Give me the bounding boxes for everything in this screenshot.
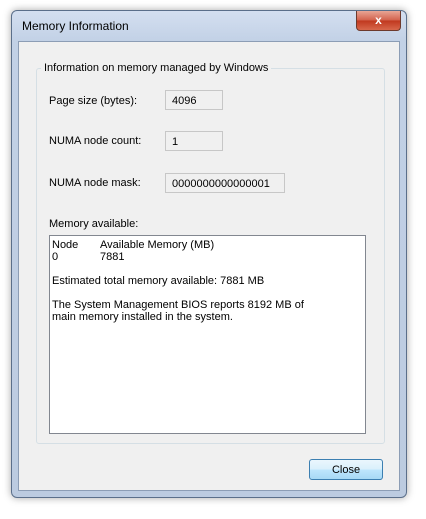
available-memory-value: 7881 <box>100 251 125 263</box>
numa-node-mask-field: 0000000000000001 <box>165 173 285 193</box>
node-column-header: Node <box>52 239 79 251</box>
numa-node-mask-label: NUMA node mask: <box>49 177 141 189</box>
dialog-client-area: Information on memory managed by Windows… <box>18 41 400 491</box>
window-close-button[interactable]: x <box>356 11 401 31</box>
bios-report-line-1: The System Management BIOS reports 8192 … <box>52 299 304 311</box>
title-bar[interactable]: Memory Information x <box>12 11 406 41</box>
window-title: Memory Information <box>22 19 129 33</box>
page-size-field: 4096 <box>165 90 223 110</box>
memory-available-textbox[interactable]: Node Available Memory (MB) 0 7881 Estima… <box>49 235 366 434</box>
page-size-label: Page size (bytes): <box>49 95 138 107</box>
node-value: 0 <box>52 251 59 263</box>
memory-table-header: Node Available Memory (MB) <box>52 239 363 251</box>
close-icon: x <box>375 13 382 27</box>
numa-node-count-label: NUMA node count: <box>49 135 142 147</box>
groupbox-label: Information on memory managed by Windows <box>41 62 272 74</box>
estimated-total-memory-text: Estimated total memory available: 7881 M… <box>52 275 265 287</box>
numa-node-count-field: 1 <box>165 131 223 151</box>
bios-report-line-2: main memory installed in the system. <box>52 311 233 323</box>
close-button[interactable]: Close <box>309 459 383 480</box>
available-memory-column-header: Available Memory (MB) <box>100 239 215 251</box>
memory-available-label: Memory available: <box>49 218 139 230</box>
memory-information-window: Memory Information x Information on memo… <box>11 10 407 498</box>
memory-table-row: 0 7881 <box>52 251 363 263</box>
